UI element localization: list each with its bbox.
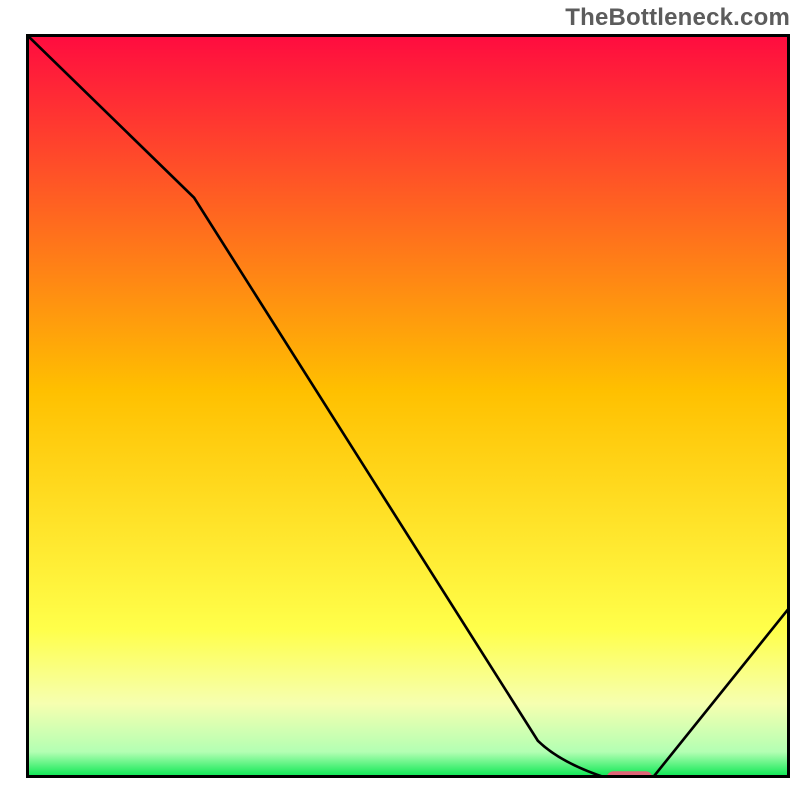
optimum-marker xyxy=(607,771,653,778)
plot-area xyxy=(26,34,790,778)
curve-layer xyxy=(26,34,790,778)
watermark-text: TheBottleneck.com xyxy=(565,4,790,32)
chart-frame: TheBottleneck.com xyxy=(0,0,800,800)
bottleneck-curve xyxy=(26,34,790,778)
